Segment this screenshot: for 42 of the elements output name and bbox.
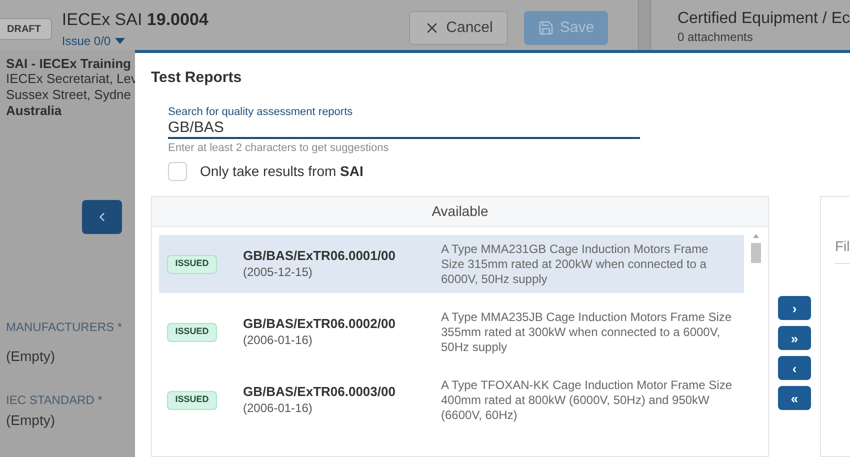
field-value: (Empty)	[6, 347, 56, 365]
attachments-count: 0 attachments	[677, 29, 754, 45]
status-badge: DRAFT	[0, 18, 52, 40]
organisation-name: SAI - IECEx Training	[6, 56, 132, 71]
save-icon	[538, 20, 554, 36]
transfer-button[interactable]: «	[778, 386, 811, 410]
filter-field[interactable]: Fil	[835, 236, 850, 264]
report-description: A Type MMA235JB Cage Induction Motors Frame Size 355mm rated at 300kW when connected to a 6000V, 50Hz supply	[441, 310, 733, 354]
field-value: (Empty)	[6, 411, 56, 429]
dialog-title: Test Reports	[151, 68, 243, 88]
panel-title: Available	[432, 202, 488, 221]
address-line: Sussex Street, Sydne	[6, 87, 132, 103]
report-code: GB/BAS/ExTR06.0003/00	[243, 384, 396, 400]
search-field[interactable]: GB/BAS	[168, 119, 640, 139]
country-name: Australia	[6, 103, 63, 119]
search-label: Search for quality assessment reports	[168, 106, 354, 119]
transfer-button[interactable]: ›	[778, 296, 811, 320]
search-hint: Enter at least 2 characters to get suggestions	[168, 141, 390, 155]
report-date: (2005-12-15)	[243, 264, 314, 280]
cancel-button[interactable]: Cancel	[409, 11, 508, 45]
report-description: A Type TFOXAN-KK Cage Induction Motor Frame Size 400mm rated at 800kW (6000V, 50Hz) and 950kW (6600V, 60Hz)	[441, 378, 733, 422]
status-badge: ISSUED	[167, 322, 217, 342]
splitter-handle[interactable]	[638, 0, 652, 50]
report-description: A Type MMA231GB Cage Induction Motors Frame Size 315mm rated at 200kW when connected to a 6000V, 50Hz supply	[441, 242, 710, 286]
field-label: MANUFACTURERS *	[6, 319, 124, 336]
report-date: (2006-01-16)	[243, 332, 314, 348]
checkbox[interactable]	[168, 162, 187, 181]
caret-icon	[114, 38, 125, 44]
transfer-button[interactable]: ‹	[778, 356, 811, 380]
report-row[interactable]: ISSUED GB/BAS/ExTR06.0001/00 (2005-12-15) A Type MMA231GB Cage Induction Motors Frame Size 315mm rated at 200kW when connected to a 6000V, 50Hz supply	[159, 235, 744, 293]
transfer-button[interactable]: »	[778, 326, 811, 350]
checkbox-label: Only take results from SAI	[200, 162, 364, 181]
field-label: IEC STANDARD *	[6, 392, 104, 409]
attachments-title: Certified Equipment / Ec	[677, 9, 850, 29]
report-code: GB/BAS/ExTR06.0002/00	[243, 316, 396, 332]
record-title: IECEx SAI 19.0004	[62, 10, 208, 30]
report-code: GB/BAS/ExTR06.0001/00	[243, 248, 396, 264]
status-badge: ISSUED	[167, 390, 217, 410]
issue-dropdown[interactable]: Issue 0/0	[62, 33, 208, 49]
report-date: (2006-01-16)	[243, 400, 314, 416]
back-button[interactable]	[82, 200, 122, 234]
status-badge: ISSUED	[167, 254, 217, 274]
